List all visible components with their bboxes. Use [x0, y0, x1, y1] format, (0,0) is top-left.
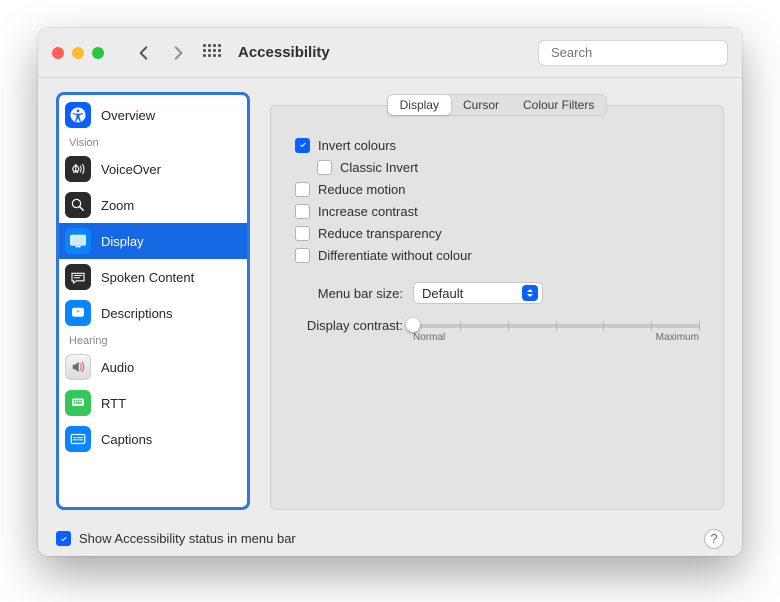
select-arrows-icon [522, 285, 538, 301]
close-window-button[interactable] [52, 47, 64, 59]
display-contrast-label: Display contrast: [295, 318, 403, 333]
sidebar-item-label: Overview [101, 108, 155, 123]
option-label: Reduce motion [318, 182, 405, 197]
checkbox[interactable] [317, 160, 332, 175]
sidebar-item-label: Spoken Content [101, 270, 194, 285]
tab-bar: Display Cursor Colour Filters [387, 94, 608, 116]
detail-pane: Display Cursor Colour Filters Invert col… [270, 92, 724, 510]
slider-thumb[interactable] [406, 318, 420, 332]
sidebar-item-spoken-content[interactable]: Spoken Content [59, 259, 247, 295]
checkbox[interactable] [295, 204, 310, 219]
zoom-window-button[interactable] [92, 47, 104, 59]
voiceover-icon [65, 156, 91, 182]
show-status-checkbox[interactable] [56, 531, 71, 546]
menu-bar-size-row: Menu bar size: Default [295, 282, 699, 304]
toolbar: Accessibility [38, 28, 742, 78]
audio-icon [65, 354, 91, 380]
section-vision: Vision [59, 133, 247, 151]
chevron-left-icon [135, 44, 153, 62]
display-contrast-row: Display contrast: [295, 318, 699, 343]
sidebar-scroll[interactable]: Overview Vision VoiceOver Zoom [59, 95, 247, 507]
show-status-label: Show Accessibility status in menu bar [79, 531, 296, 546]
sidebar-item-overview[interactable]: Overview [59, 97, 247, 133]
option-label: Reduce transparency [318, 226, 442, 241]
help-button[interactable]: ? [704, 529, 724, 549]
grid-icon [203, 44, 221, 62]
checkbox[interactable] [295, 182, 310, 197]
sidebar-item-label: Audio [101, 360, 134, 375]
option-label: Differentiate without colour [318, 248, 472, 263]
sidebar-item-label: Descriptions [101, 306, 173, 321]
select-value: Default [422, 286, 463, 301]
sidebar-item-label: Display [101, 234, 144, 249]
descriptions-icon: ” [65, 300, 91, 326]
option-reduce-motion[interactable]: Reduce motion [295, 178, 699, 200]
section-hearing: Hearing [59, 331, 247, 349]
display-icon [65, 228, 91, 254]
sidebar-item-label: RTT [101, 396, 126, 411]
slider-max-label: Maximum [656, 332, 699, 343]
accessibility-icon [65, 102, 91, 128]
window-title: Accessibility [238, 44, 330, 61]
minimize-window-button[interactable] [72, 47, 84, 59]
tab-colour-filters[interactable]: Colour Filters [511, 95, 606, 115]
option-increase-contrast[interactable]: Increase contrast [295, 200, 699, 222]
window-controls [52, 47, 104, 59]
option-invert-colours[interactable]: Invert colours [295, 134, 699, 156]
menu-bar-size-select[interactable]: Default [413, 282, 543, 304]
display-contrast-slider[interactable] [413, 324, 699, 328]
chevron-right-icon [169, 44, 187, 62]
option-label: Increase contrast [318, 204, 418, 219]
sidebar: Overview Vision VoiceOver Zoom [56, 92, 250, 510]
checkbox[interactable] [295, 248, 310, 263]
option-label: Invert colours [318, 138, 396, 153]
preferences-window: Accessibility Overview Vision [38, 28, 742, 556]
sidebar-item-label: Captions [101, 432, 152, 447]
checkbox[interactable] [295, 138, 310, 153]
zoom-icon [65, 192, 91, 218]
sidebar-item-label: Zoom [101, 198, 134, 213]
sidebar-item-descriptions[interactable]: ” Descriptions [59, 295, 247, 331]
tab-cursor[interactable]: Cursor [451, 95, 511, 115]
captions-icon [65, 426, 91, 452]
tab-display[interactable]: Display [388, 95, 451, 115]
sidebar-item-captions[interactable]: Captions [59, 421, 247, 457]
search-field[interactable] [538, 40, 728, 66]
option-reduce-transparency[interactable]: Reduce transparency [295, 222, 699, 244]
forward-button[interactable] [166, 41, 190, 65]
footer: Show Accessibility status in menu bar ? [38, 520, 742, 556]
content-area: Overview Vision VoiceOver Zoom [38, 78, 742, 520]
back-button[interactable] [132, 41, 156, 65]
sidebar-item-zoom[interactable]: Zoom [59, 187, 247, 223]
checkbox[interactable] [295, 226, 310, 241]
sidebar-item-display[interactable]: Display [59, 223, 247, 259]
sidebar-item-audio[interactable]: Audio [59, 349, 247, 385]
option-classic-invert[interactable]: Classic Invert [295, 156, 699, 178]
option-differentiate[interactable]: Differentiate without colour [295, 244, 699, 266]
spoken-content-icon [65, 264, 91, 290]
display-options-pane: Invert colours Classic Invert Reduce mot… [270, 105, 724, 510]
option-label: Classic Invert [340, 160, 418, 175]
slider-min-label: Normal [413, 332, 445, 343]
sidebar-item-voiceover[interactable]: VoiceOver [59, 151, 247, 187]
show-all-button[interactable] [200, 41, 224, 65]
search-input[interactable] [551, 45, 727, 60]
rtt-icon [65, 390, 91, 416]
sidebar-item-rtt[interactable]: RTT [59, 385, 247, 421]
sidebar-item-label: VoiceOver [101, 162, 161, 177]
menu-bar-size-label: Menu bar size: [295, 286, 403, 301]
svg-text:”: ” [77, 311, 80, 317]
